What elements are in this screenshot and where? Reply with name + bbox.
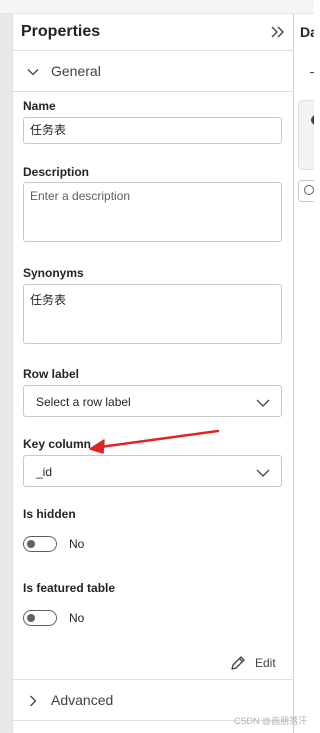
card-icon xyxy=(311,115,314,125)
right-panel-dash xyxy=(310,72,314,73)
panel-title: Properties xyxy=(21,23,101,40)
is-hidden-state: No xyxy=(69,537,85,551)
panel-header: Properties xyxy=(13,14,294,50)
toggle-knob xyxy=(27,614,35,622)
is-hidden-toggle[interactable] xyxy=(23,536,57,552)
edit-label: Edit xyxy=(255,656,276,670)
edit-button[interactable]: Edit xyxy=(229,654,289,672)
chevron-right-icon xyxy=(27,694,39,707)
chevron-down-icon xyxy=(256,396,270,408)
description-label: Description xyxy=(23,165,90,179)
divider xyxy=(13,91,294,92)
name-field[interactable]: 任务表 xyxy=(23,117,282,144)
section-general-header[interactable]: General xyxy=(13,51,294,91)
synonyms-label: Synonyms xyxy=(23,266,84,280)
row-label-dropdown[interactable]: Select a row label xyxy=(23,385,282,417)
right-panel-card[interactable] xyxy=(298,100,314,170)
properties-panel: Properties General Name 任务表 Description … xyxy=(12,14,294,733)
key-column-label: Key column xyxy=(23,437,92,451)
is-featured-label: Is featured table xyxy=(23,581,116,595)
watermark: CSDN @画朋落汗 xyxy=(234,716,308,726)
pencil-icon xyxy=(229,654,247,672)
row-label-label: Row label xyxy=(23,367,80,381)
chevron-down-icon xyxy=(27,65,39,77)
top-strip xyxy=(0,0,314,14)
is-featured-toggle[interactable] xyxy=(23,610,57,626)
key-column-value: _id xyxy=(36,465,53,479)
row-label-value: Select a row label xyxy=(36,395,131,409)
section-advanced-label: Advanced xyxy=(51,692,114,708)
right-panel: Da xyxy=(294,14,314,733)
synonyms-value: 任务表 xyxy=(30,293,67,307)
circle-icon xyxy=(304,185,314,195)
toggle-knob xyxy=(27,540,35,548)
chevron-down-icon xyxy=(256,466,270,478)
is-featured-state: No xyxy=(69,611,85,625)
section-general-label: General xyxy=(51,63,101,79)
right-panel-title: Da xyxy=(300,24,314,40)
description-placeholder: Enter a description xyxy=(30,189,131,203)
synonyms-field[interactable]: 任务表 xyxy=(23,284,282,344)
is-hidden-label: Is hidden xyxy=(23,507,76,521)
double-chevron-right-icon[interactable] xyxy=(269,23,287,41)
description-field[interactable]: Enter a description xyxy=(23,182,282,242)
key-column-dropdown[interactable]: _id xyxy=(23,455,282,487)
name-label: Name xyxy=(23,99,56,113)
left-gutter xyxy=(0,14,12,733)
